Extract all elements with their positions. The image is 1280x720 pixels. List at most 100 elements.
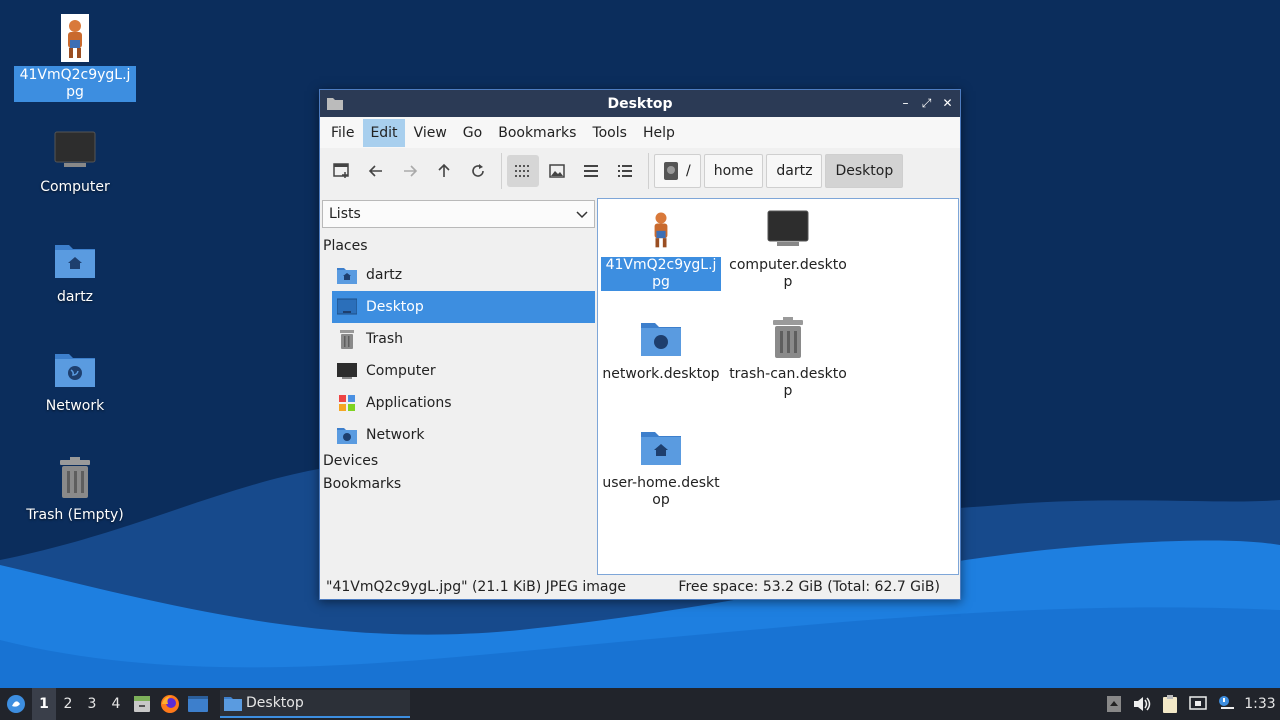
file-item-label: user-home.desktop xyxy=(602,475,720,508)
image-thumbnail-icon xyxy=(51,14,99,62)
reload-icon xyxy=(472,164,484,177)
network-wired-icon xyxy=(1189,696,1207,710)
network-folder-icon xyxy=(637,314,685,362)
sidebar-item-dartz[interactable]: dartz xyxy=(332,259,595,291)
detailed-view-button[interactable] xyxy=(609,155,641,187)
trash-icon xyxy=(51,454,99,502)
taskbar-window-label: Desktop xyxy=(246,695,304,711)
file-view[interactable]: 41VmQ2c9ygL.jpg computer.desktop network… xyxy=(597,198,959,575)
network-folder-icon xyxy=(337,425,357,445)
menu-edit[interactable]: Edit xyxy=(363,118,405,147)
desktop-icon-trash[interactable]: Trash (Empty) xyxy=(14,454,136,525)
places-header[interactable]: Places xyxy=(323,238,368,254)
clock[interactable]: 1:33 xyxy=(1240,688,1280,720)
file-item-computer-desktop[interactable]: computer.desktop xyxy=(727,205,849,291)
tray-up-arrow[interactable] xyxy=(1100,688,1128,720)
computer-icon xyxy=(51,126,99,174)
home-folder-icon xyxy=(51,236,99,284)
compact-view-button[interactable] xyxy=(575,155,607,187)
sidebar-item-label: Desktop xyxy=(366,299,424,315)
home-folder-icon xyxy=(337,265,357,285)
drive-icon xyxy=(664,162,678,180)
menu-file[interactable]: File xyxy=(324,119,361,147)
file-item-label: trash-can.desktop xyxy=(729,366,847,399)
desktop-icon-computer[interactable]: Computer xyxy=(14,126,136,197)
path-crumb-root[interactable]: / xyxy=(654,154,701,188)
volume-button[interactable] xyxy=(1128,688,1156,720)
maximize-button[interactable]: ⤢ xyxy=(918,94,935,112)
desktop-icon-label: Computer xyxy=(40,179,110,195)
folder-icon xyxy=(224,697,242,711)
menubar: File Edit View Go Bookmarks Tools Help xyxy=(320,117,960,148)
path-crumb-dartz[interactable]: dartz xyxy=(766,154,823,188)
workspace-2[interactable]: 2 xyxy=(56,688,80,720)
menu-go[interactable]: Go xyxy=(456,119,489,147)
toolbar: / home dartz Desktop xyxy=(320,148,960,194)
devices-header[interactable]: Devices xyxy=(323,453,378,469)
firefox-launcher[interactable] xyxy=(156,688,184,720)
desktop-icon-network[interactable]: Network xyxy=(14,345,136,416)
chevron-up-icon xyxy=(1107,696,1121,712)
parent-folder-button[interactable] xyxy=(428,155,460,187)
new-tab-button[interactable] xyxy=(326,155,358,187)
file-item-home-desktop[interactable]: user-home.desktop xyxy=(600,423,722,509)
trash-icon xyxy=(764,314,812,362)
file-item-image[interactable]: 41VmQ2c9ygL.jpg xyxy=(600,205,722,291)
bookmarks-header[interactable]: Bookmarks xyxy=(323,476,401,492)
window-titlebar[interactable]: Desktop – ⤢ ✕ xyxy=(320,90,960,117)
file-item-trash-desktop[interactable]: trash-can.desktop xyxy=(727,314,849,400)
workspace-1[interactable]: 1 xyxy=(32,688,56,720)
menu-help[interactable]: Help xyxy=(636,119,682,147)
arrow-up-icon xyxy=(438,163,450,177)
path-crumb-label: / xyxy=(686,163,691,179)
desktop-icon-label: 41VmQ2c9ygL.jpg xyxy=(14,66,136,102)
sidebar-item-computer[interactable]: Computer xyxy=(332,355,595,387)
back-button[interactable] xyxy=(360,155,392,187)
status-bar: "41VmQ2c9ygL.jpg" (21.1 KiB) JPEG image … xyxy=(320,575,960,599)
side-pane-selector[interactable]: Lists xyxy=(322,200,595,228)
forward-button[interactable] xyxy=(394,155,426,187)
clipboard-button[interactable] xyxy=(1156,688,1184,720)
workspace-4[interactable]: 4 xyxy=(104,688,128,720)
path-crumb-home[interactable]: home xyxy=(703,154,764,188)
sidebar-item-applications[interactable]: Applications xyxy=(332,387,595,419)
icon-view-button[interactable] xyxy=(507,155,539,187)
menu-tools[interactable]: Tools xyxy=(585,119,634,147)
distro-logo-icon xyxy=(7,695,25,713)
file-manager-launcher[interactable] xyxy=(128,688,156,720)
file-item-network-desktop[interactable]: network.desktop xyxy=(600,314,722,383)
notification-button[interactable] xyxy=(1212,688,1240,720)
desktop-icon-image-file[interactable]: 41VmQ2c9ygL.jpg xyxy=(14,14,136,102)
desktop-icon-label: Network xyxy=(45,398,105,414)
desktop-icon-label: Trash (Empty) xyxy=(26,507,124,523)
network-status-button[interactable] xyxy=(1184,688,1212,720)
workspace-3[interactable]: 3 xyxy=(80,688,104,720)
sidebar-item-trash[interactable]: Trash xyxy=(332,323,595,355)
start-menu-button[interactable] xyxy=(0,688,32,720)
show-desktop-button[interactable] xyxy=(184,688,212,720)
image-icon xyxy=(549,164,565,178)
firefox-icon xyxy=(161,695,179,713)
notification-icon xyxy=(1219,696,1234,709)
menu-bookmarks[interactable]: Bookmarks xyxy=(491,119,583,147)
menu-view[interactable]: View xyxy=(407,119,454,147)
taskbar: 1 2 3 4 Desktop 1:33 xyxy=(0,688,1280,720)
close-button[interactable]: ✕ xyxy=(939,94,956,112)
desktop-icon-home[interactable]: dartz xyxy=(14,236,136,307)
status-selection-info: "41VmQ2c9ygL.jpg" (21.1 KiB) JPEG image xyxy=(326,579,626,595)
sidebar-item-desktop[interactable]: Desktop xyxy=(332,291,595,323)
sidebar-item-label: Trash xyxy=(366,331,403,347)
path-crumb-desktop[interactable]: Desktop xyxy=(825,154,904,188)
detailed-list-icon xyxy=(618,165,632,177)
computer-icon xyxy=(337,361,357,381)
thumbnail-view-button[interactable] xyxy=(541,155,573,187)
side-pane-selector-value: Lists xyxy=(329,206,361,222)
minimize-button[interactable]: – xyxy=(897,94,914,112)
taskbar-window-button[interactable]: Desktop xyxy=(220,690,410,718)
file-manager-window: Desktop – ⤢ ✕ File Edit View Go Bookmark… xyxy=(319,89,961,600)
chevron-down-icon xyxy=(576,211,588,219)
arrow-right-icon xyxy=(404,165,418,177)
sidebar-item-network[interactable]: Network xyxy=(332,419,595,451)
reload-button[interactable] xyxy=(462,155,494,187)
sidebar-item-label: dartz xyxy=(366,267,403,283)
